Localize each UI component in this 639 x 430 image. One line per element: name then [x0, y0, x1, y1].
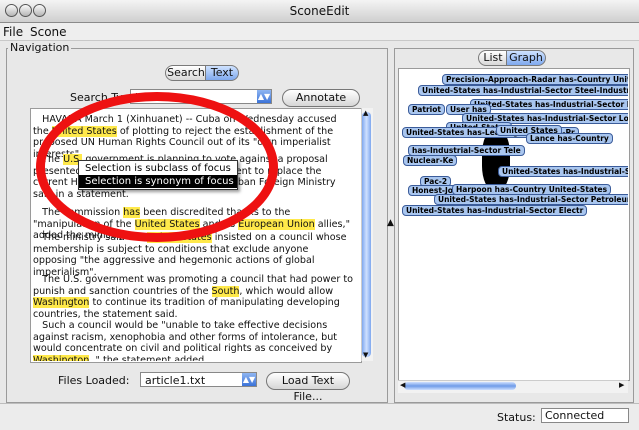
graph-node[interactable]: United-States has-Industrial-Sector Stee… — [418, 85, 628, 96]
file-value: article1.txt — [145, 374, 206, 387]
document-paragraph: Such a council would be "unable to take … — [33, 320, 355, 361]
highlighted-term[interactable]: European Union — [238, 218, 315, 230]
scroll-down-icon[interactable]: ▼ — [363, 351, 368, 359]
document-paragraph: The ministry said the United States insi… — [33, 232, 355, 278]
graph-node[interactable]: Patriot — [408, 104, 445, 115]
text-run: ," the statement added. — [89, 354, 208, 361]
document-paragraph: The U.S. government was promoting a coun… — [33, 274, 355, 320]
highlighted-term[interactable]: South — [211, 285, 240, 297]
menu-scone[interactable]: Scone — [30, 25, 67, 39]
highlighted-term[interactable]: Washington — [33, 297, 90, 309]
graph-node[interactable]: Precision-Approach-Radar has-Country Uni… — [442, 74, 628, 85]
chevron-updown-icon: ▲▼ — [242, 373, 256, 386]
files-loaded-select[interactable]: article1.txt ▲▼ — [140, 372, 257, 387]
files-loaded-label: Files Loaded: — [58, 374, 130, 387]
load-text-file-button[interactable]: Load Text File... — [266, 372, 350, 403]
graph-node[interactable]: Lance has-Country — [526, 133, 613, 144]
annotation-circle — [36, 92, 278, 242]
horizontal-scroll-thumb[interactable] — [404, 382, 516, 390]
text-run: Such a council would be "unable to take … — [33, 320, 338, 355]
graph-node-layer[interactable]: Precision-Approach-Radar has-Country Uni… — [398, 68, 628, 379]
scroll-up-icon[interactable]: ▲ — [363, 109, 368, 117]
status-field: Connected — [541, 408, 629, 423]
graph-node[interactable]: United-States has-Industrial-Sector Mi — [470, 99, 628, 110]
annotate-button[interactable]: Annotate — [282, 89, 360, 107]
tab-search[interactable]: Search — [165, 65, 207, 81]
navigation-label: Navigation — [8, 41, 72, 54]
graph-node[interactable]: United-States has-Industrial-Sector Petr… — [434, 194, 628, 205]
scroll-left-icon[interactable]: ◀ — [400, 381, 405, 389]
menu-file[interactable]: File — [3, 25, 23, 39]
tab-list[interactable]: List — [478, 50, 508, 66]
vertical-scroll-thumb[interactable] — [362, 112, 371, 357]
text-run: , which would allow — [239, 285, 334, 297]
tab-graph[interactable]: Graph — [506, 50, 546, 66]
chevron-updown-icon: ▲▼ — [257, 90, 271, 103]
window-title: SconeEdit — [289, 4, 350, 18]
splitter-arrow-icon[interactable]: ▲ — [387, 218, 394, 228]
highlighted-term[interactable]: Washington — [33, 354, 90, 361]
status-label: Status: — [497, 411, 536, 424]
graph-node[interactable]: United-States has-Industrial-Sector Pe — [498, 166, 628, 177]
scroll-right-icon[interactable]: ▶ — [619, 381, 624, 389]
graph-node[interactable]: Nuclear-Ke — [403, 155, 458, 166]
tab-text[interactable]: Text — [205, 65, 239, 81]
menu-bar — [0, 23, 639, 41]
graph-node[interactable]: United-States has-Industrial-Sector Elec… — [402, 205, 588, 216]
